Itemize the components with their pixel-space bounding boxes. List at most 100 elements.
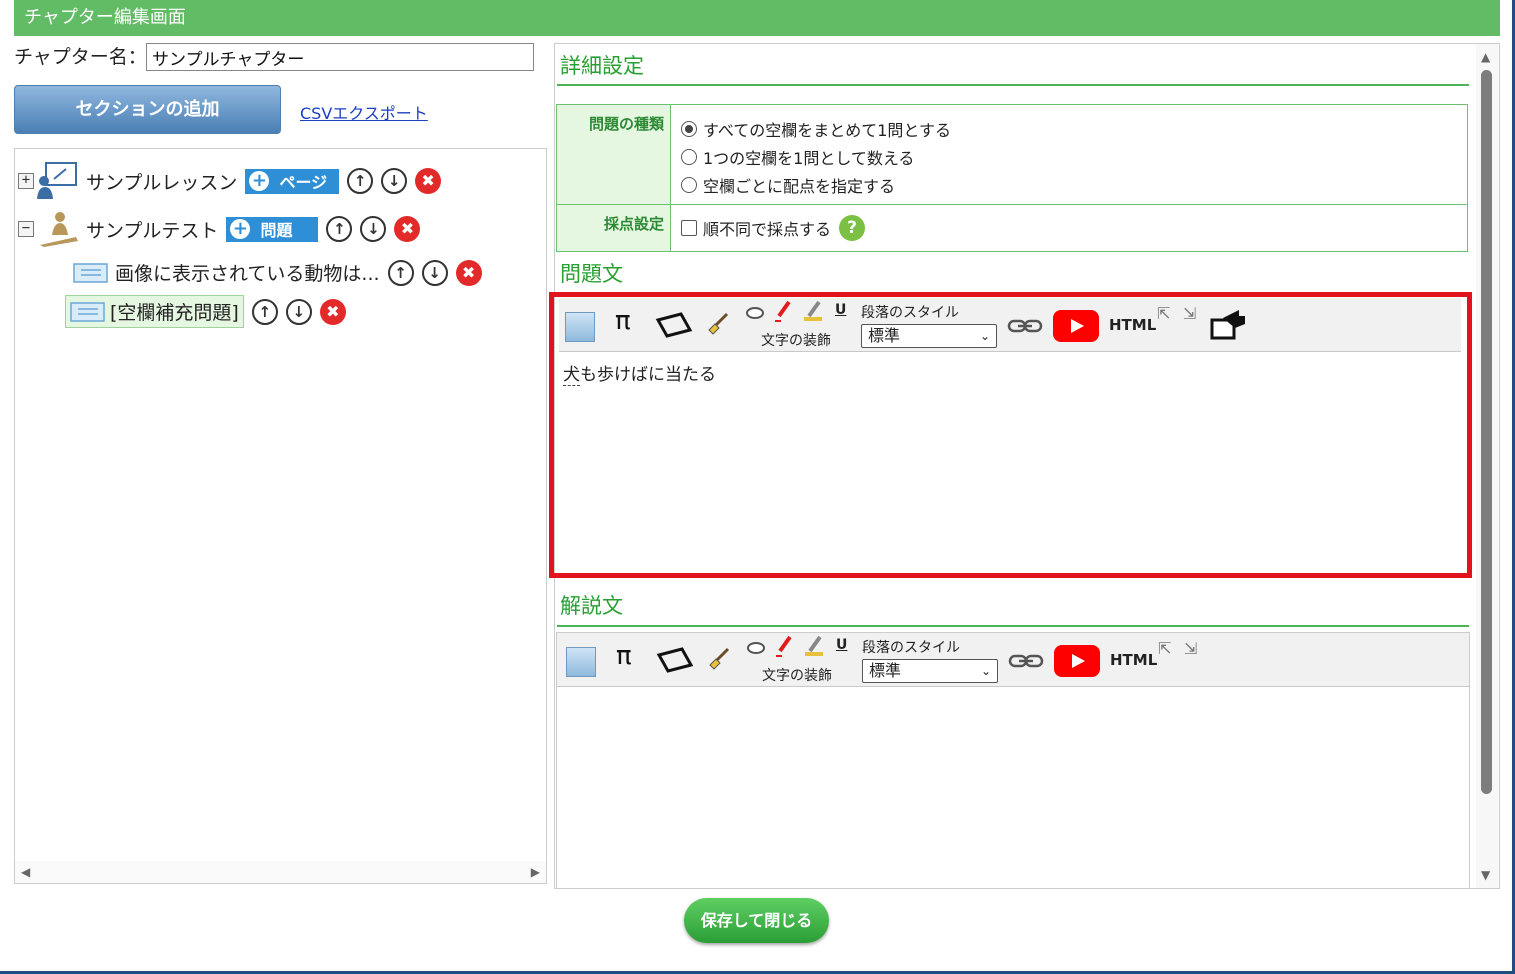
add-page-button[interactable]: + ページ (245, 168, 340, 194)
question-text-content[interactable]: 犬も歩けばに当たる (563, 360, 716, 386)
radio-button[interactable] (681, 149, 697, 165)
insert-image-icon[interactable] (566, 647, 596, 677)
selected-question[interactable]: [空欄補充問題] (65, 295, 244, 328)
unordered-scoring-option[interactable]: 順不同で採点する ? (681, 215, 866, 241)
help-icon[interactable]: ? (839, 215, 866, 241)
settings-table: 問題の種類 すべての空欄をまとめて1問とする 1つの空欄を1問として数える 空欄… (556, 104, 1468, 252)
section-divider (557, 84, 1469, 86)
move-down-button[interactable]: ↓ (421, 259, 448, 286)
highlight-icon[interactable] (804, 635, 824, 657)
radio-option-each-blank[interactable]: 1つの空欄を1問として数える (681, 145, 914, 169)
scroll-down-icon[interactable]: ▼ (1481, 868, 1490, 882)
insert-formula-icon[interactable]: π (616, 641, 632, 671)
collapse-icon[interactable]: ⇲ (1184, 639, 1197, 658)
html-source-button[interactable]: HTML (1109, 316, 1156, 334)
move-down-button[interactable]: ↓ (381, 168, 408, 194)
scroll-up-icon[interactable]: ▲ (1481, 50, 1490, 64)
move-down-button[interactable]: ↓ (285, 298, 312, 325)
insert-image-icon[interactable] (565, 312, 595, 342)
link-icon[interactable] (1008, 651, 1044, 671)
chapter-name-input[interactable] (146, 43, 534, 71)
radio-option-all-as-one[interactable]: すべての空欄をまとめて1問とする (681, 117, 951, 141)
move-down-button[interactable]: ↓ (360, 216, 387, 242)
radio-button[interactable] (681, 121, 697, 137)
question-card-icon (70, 301, 105, 322)
insert-shape-icon[interactable] (655, 312, 693, 338)
explanation-title: 解説文 (560, 594, 623, 618)
radio-button[interactable] (681, 177, 697, 193)
tree-row-question-selected: [空欄補充問題] ↑ ↓ ✖ (65, 295, 346, 328)
scoring-header: 採点設定 (557, 205, 671, 251)
radio-option-label: 空欄ごとに配点を指定する (703, 177, 896, 196)
unordered-scoring-label: 順不同で採点する (703, 220, 832, 239)
scroll-left-icon[interactable]: ◀ (21, 865, 30, 879)
unordered-scoring-checkbox[interactable] (681, 220, 697, 236)
move-up-button[interactable]: ↑ (251, 298, 278, 325)
window-title: チャプター編集画面 (24, 7, 186, 28)
format-brush-icon[interactable] (706, 647, 732, 673)
tree-horizontal-scrollbar[interactable]: ◀ ▶ (15, 861, 546, 883)
insert-formula-icon[interactable]: π (615, 306, 631, 336)
test-label[interactable]: サンプルテスト (86, 216, 218, 243)
editor-toolbar: π U 文字の装飾 段落のスタイル 標準 ⌄ HTML ⇱ ⇲ (557, 633, 1469, 687)
text-color-icon[interactable] (773, 300, 793, 322)
move-up-button[interactable]: ↑ (387, 259, 414, 286)
lesson-label[interactable]: サンプルレッスン (86, 168, 237, 195)
expand-icon[interactable]: ⇱ (1157, 304, 1170, 323)
eraser-icon[interactable] (746, 637, 766, 657)
editor-toolbar: π U 文字の装飾 段落のスタイル 標準 ⌄ HTML ⇱ ⇲ (559, 298, 1461, 352)
paragraph-style-select[interactable]: 標準 ⌄ (861, 324, 997, 348)
eraser-icon[interactable] (745, 302, 765, 322)
add-section-button[interactable]: セクションの追加 (14, 85, 281, 134)
expand-toggle[interactable]: + (18, 173, 34, 189)
link-icon[interactable] (1007, 316, 1043, 336)
radio-option-points-per-blank[interactable]: 空欄ごとに配点を指定する (681, 173, 895, 197)
move-up-button[interactable]: ↑ (326, 216, 353, 242)
insert-blank-icon[interactable] (1209, 308, 1247, 342)
underline-icon[interactable]: U (835, 302, 846, 318)
question-card-icon (73, 262, 108, 283)
blank-word: 犬 (563, 365, 580, 386)
detail-settings-title: 詳細設定 (560, 54, 644, 78)
csv-export-link[interactable]: CSVエクスポート (300, 100, 428, 124)
tree-row-question: 画像に表示されている動物は... ↑ ↓ ✖ (73, 259, 482, 286)
delete-button[interactable]: ✖ (455, 259, 482, 286)
radio-option-label: すべての空欄をまとめて1問とする (703, 121, 951, 140)
question-label[interactable]: 画像に表示されている動物は... (115, 259, 380, 286)
explanation-editor: π U 文字の装飾 段落のスタイル 標準 ⌄ HTML ⇱ ⇲ (556, 632, 1470, 888)
scroll-thumb[interactable] (1481, 70, 1492, 794)
underline-icon[interactable]: U (836, 637, 847, 653)
delete-button[interactable]: ✖ (394, 216, 421, 242)
question-text-editor: π U 文字の装飾 段落のスタイル 標準 ⌄ HTML ⇱ ⇲ 犬も歩けばに当た… (559, 298, 1461, 568)
delete-button[interactable]: ✖ (319, 298, 346, 325)
paragraph-style-select[interactable]: 標準 ⌄ (862, 659, 998, 683)
detail-panel: 詳細設定 問題の種類 すべての空欄をまとめて1問とする 1つの空欄を1問として数… (554, 43, 1500, 889)
detail-vertical-scrollbar[interactable]: ▲ ▼ (1476, 44, 1498, 888)
question-text-rest: も歩けばに当たる (580, 365, 716, 385)
scoring-row: 採点設定 順不同で採点する ? (557, 205, 1467, 251)
question-text-title: 問題文 (560, 262, 623, 286)
highlight-icon[interactable] (803, 300, 823, 322)
collapse-icon[interactable]: ⇲ (1183, 304, 1196, 323)
save-and-close-button[interactable]: 保存して閉じる (684, 898, 829, 943)
tree-row-lesson: + サンプルレッスン + ページ ↑ ↓ ✖ (18, 161, 442, 201)
html-source-button[interactable]: HTML (1110, 651, 1157, 669)
expand-icon[interactable]: ⇱ (1158, 639, 1171, 658)
chevron-down-icon: ⌄ (979, 329, 990, 343)
format-brush-icon[interactable] (705, 312, 731, 338)
move-up-button[interactable]: ↑ (347, 168, 374, 194)
text-color-icon[interactable] (774, 635, 794, 657)
collapse-toggle[interactable]: − (18, 221, 34, 237)
paragraph-style-value: 標準 (868, 326, 901, 345)
delete-button[interactable]: ✖ (415, 168, 442, 194)
tree-row-test: − サンプルテスト + 問題 ↑ ↓ ✖ (18, 211, 421, 247)
youtube-icon[interactable] (1054, 645, 1100, 677)
question-label: [空欄補充問題] (110, 302, 239, 324)
scroll-right-icon[interactable]: ▶ (531, 865, 540, 879)
youtube-icon[interactable] (1053, 310, 1099, 342)
add-question-button[interactable]: + 問題 (226, 216, 319, 242)
insert-shape-icon[interactable] (656, 647, 694, 673)
paragraph-style-label: 段落のスタイル (861, 305, 959, 321)
question-type-header: 問題の種類 (557, 105, 671, 204)
radio-option-label: 1つの空欄を1問として数える (703, 149, 915, 168)
